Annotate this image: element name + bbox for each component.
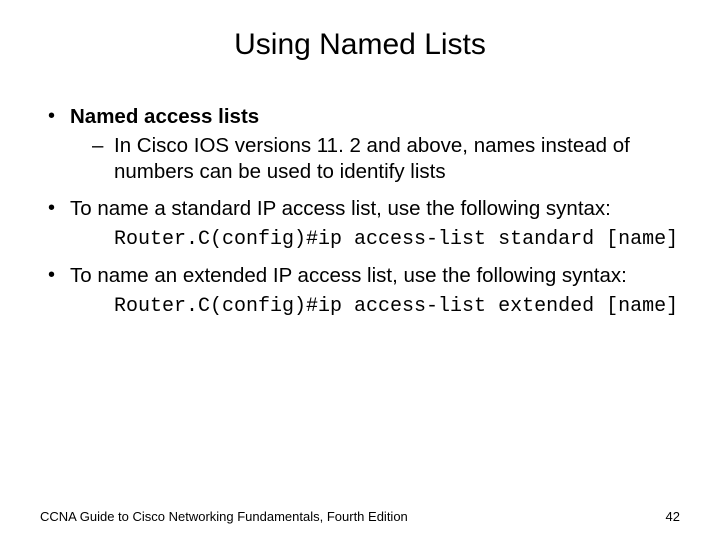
bullet-item: Named access lists In Cisco IOS versions… <box>48 104 680 186</box>
bullet-list: Named access lists In Cisco IOS versions… <box>40 104 680 319</box>
code-text-italic: [name] <box>606 295 678 318</box>
slide-content: Named access lists In Cisco IOS versions… <box>40 104 680 319</box>
bullet-item: To name a standard IP access list, use t… <box>48 196 680 253</box>
slide-title: Using Named Lists <box>40 28 680 62</box>
code-text-italic: [name] <box>606 228 678 251</box>
code-block: Router.C(config)#ip access-list standard… <box>70 225 680 253</box>
footer: CCNA Guide to Cisco Networking Fundament… <box>40 509 680 524</box>
bullet-item: To name an extended IP access list, use … <box>48 263 680 320</box>
code-block: Router.C(config)#ip access-list extended… <box>70 292 680 320</box>
page-number: 42 <box>666 509 680 524</box>
sub-bullet-item: In Cisco IOS versions 11. 2 and above, n… <box>92 133 680 185</box>
bullet-text: To name a standard IP access list, use t… <box>70 197 611 220</box>
code-text: Router.C(config)#ip access-list standard <box>114 228 606 251</box>
bullet-text-bold: Named access lists <box>70 105 259 128</box>
bullet-text: To name an extended IP access list, use … <box>70 264 627 287</box>
sub-bullet-list: In Cisco IOS versions 11. 2 and above, n… <box>70 133 680 185</box>
footer-left: CCNA Guide to Cisco Networking Fundament… <box>40 509 408 524</box>
code-text: Router.C(config)#ip access-list extended <box>114 295 606 318</box>
slide: Using Named Lists Named access lists In … <box>0 0 720 540</box>
